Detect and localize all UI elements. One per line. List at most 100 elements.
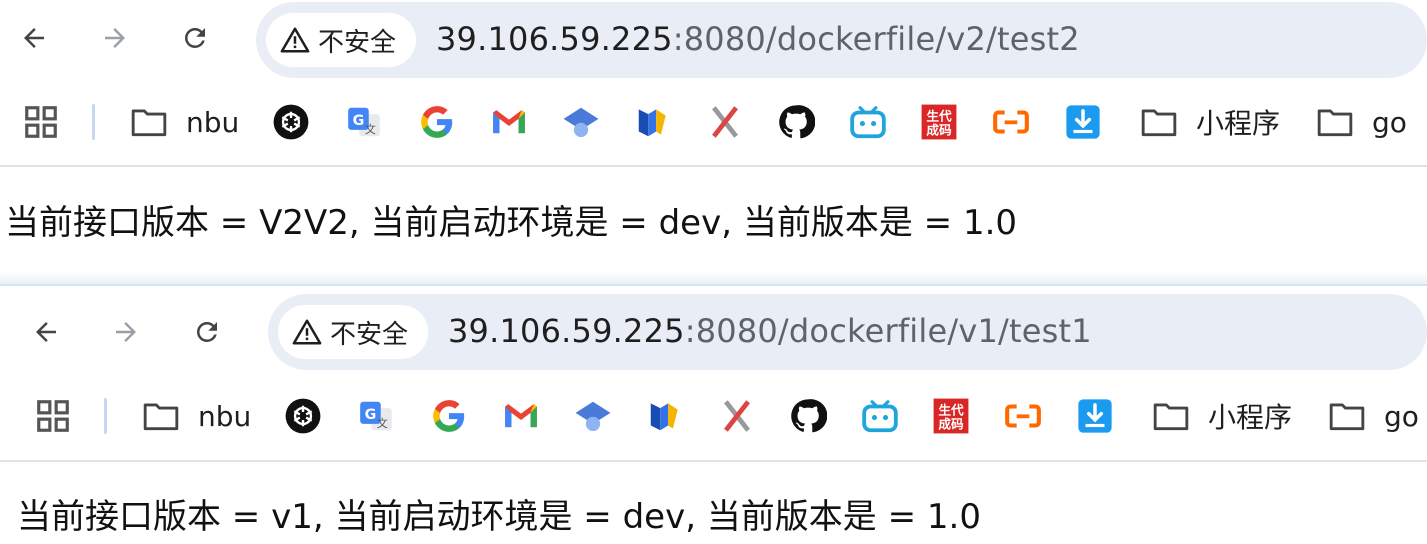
code-generator-icon: 生代成码 (921, 104, 957, 140)
url-text[interactable]: 39.106.59.225:8080/dockerfile/v1/test1 (448, 312, 1092, 350)
toolbar: 不安全 39.106.59.225:8080/dockerfile/v2/tes… (0, 0, 1427, 80)
chatgpt-icon (273, 104, 309, 140)
bookmark-folder-miniprogram[interactable]: 小程序 (1152, 386, 1292, 446)
hat-icon (575, 401, 611, 432)
url-host: 39.106.59.225 (448, 312, 685, 350)
bookmark-folder-nbu[interactable]: nbu (130, 92, 239, 152)
url-path: :8080/dockerfile/v2/test2 (672, 20, 1080, 58)
page-body-text: 当前接口版本 = v1, 当前启动环境是 = dev, 当前版本是 = 1.0 (17, 497, 981, 537)
x-icon (712, 106, 738, 138)
apps-grid-icon (37, 400, 69, 432)
download-icon (1078, 399, 1112, 433)
toolbar: 不安全 39.106.59.225:8080/dockerfile/v1/tes… (0, 284, 1427, 370)
folder-icon (1153, 403, 1189, 431)
bookmark-label: go (1372, 105, 1407, 139)
address-bar[interactable]: 不安全 39.106.59.225:8080/dockerfile/v1/tes… (268, 294, 1427, 370)
back-button[interactable] (24, 310, 68, 354)
bookmark-label: nbu (198, 399, 252, 433)
bookmark-gmail[interactable] (490, 92, 528, 152)
arrow-left-icon (24, 28, 44, 48)
toolbar-divider (0, 165, 1427, 167)
google-icon (421, 106, 453, 138)
github-icon (791, 399, 827, 433)
bookmark-codegen[interactable]: 生代 成码 (920, 92, 958, 152)
bookmark-aliyun[interactable] (1004, 386, 1042, 446)
arrow-right-icon (116, 322, 136, 342)
bookmark-github[interactable] (777, 92, 815, 152)
folder-icon (131, 109, 167, 137)
aliyun-icon (1005, 404, 1041, 428)
back-button[interactable] (12, 16, 56, 60)
folder-icon (1329, 403, 1365, 431)
forward-button[interactable] (104, 310, 148, 354)
page-body-text: 当前接口版本 = V2V2, 当前启动环境是 = dev, 当前版本是 = 1.… (5, 203, 1018, 243)
reload-button[interactable] (185, 310, 229, 354)
aliyun-icon (993, 110, 1029, 134)
bookmark-learning[interactable] (574, 386, 612, 446)
folder-icon (1141, 109, 1177, 137)
bilibili-icon (850, 106, 886, 139)
bookmark-chatgpt[interactable] (272, 92, 310, 152)
toolbar-divider (0, 460, 1427, 462)
bookmark-folder-nbu[interactable]: nbu (142, 386, 251, 446)
bookmark-label: 小程序 (1196, 107, 1281, 140)
bookmark-label: 小程序 (1208, 401, 1293, 434)
reload-icon (185, 27, 205, 48)
google-translate-icon: G文 (348, 107, 380, 137)
bookmark-translate[interactable]: G文 (345, 92, 383, 152)
svg-text:成码: 成码 (926, 123, 952, 138)
bookmark-learning[interactable] (562, 92, 600, 152)
pen-icon (650, 403, 678, 431)
apps-grid-icon (25, 106, 57, 138)
bookmark-google[interactable] (418, 92, 456, 152)
bookmark-chatgpt[interactable] (284, 386, 322, 446)
bookmark-gmail[interactable] (502, 386, 540, 446)
bookmark-download[interactable] (1064, 92, 1102, 152)
apps-button[interactable] (22, 92, 60, 152)
chatgpt-icon (285, 398, 321, 434)
svg-text:文: 文 (365, 122, 376, 136)
address-bar[interactable]: 不安全 39.106.59.225:8080/dockerfile/v2/tes… (256, 2, 1427, 78)
bookmark-folder-go[interactable]: go (1328, 386, 1419, 446)
security-chip[interactable]: 不安全 (278, 305, 428, 359)
bookmark-translate[interactable]: G文 (357, 386, 395, 446)
bookmark-bilibili[interactable] (861, 386, 899, 446)
reload-icon (197, 322, 217, 342)
download-icon (1066, 105, 1100, 139)
svg-text:生代: 生代 (926, 108, 952, 123)
apps-button[interactable] (34, 386, 72, 446)
arrow-left-icon (36, 322, 56, 342)
reload-button[interactable] (173, 16, 217, 60)
bookmark-google[interactable] (430, 386, 468, 446)
bookmark-pen[interactable] (646, 386, 684, 446)
bookmark-folder-go[interactable]: go (1316, 92, 1407, 152)
warning-triangle-icon (292, 319, 322, 345)
forward-button[interactable] (93, 16, 137, 60)
security-label: 不安全 (330, 319, 409, 350)
github-icon (779, 105, 815, 139)
pen-icon (638, 109, 666, 137)
bookmark-x[interactable] (718, 386, 756, 446)
bookmark-aliyun[interactable] (992, 92, 1030, 152)
url-host: 39.106.59.225 (436, 20, 673, 58)
google-icon (433, 400, 465, 432)
bookmark-github[interactable] (789, 386, 827, 446)
gmail-icon (493, 110, 525, 134)
bookmarks-separator (92, 104, 95, 140)
warning-triangle-icon (280, 27, 310, 53)
code-generator-icon: 生代成码 (933, 398, 969, 434)
hat-icon (563, 107, 599, 138)
bookmark-x[interactable] (706, 92, 744, 152)
security-chip[interactable]: 不安全 (266, 13, 416, 67)
arrow-right-icon (105, 28, 125, 48)
bookmarks-bar: nbu G文 生代 成码 小程序 go (0, 82, 1427, 162)
bookmark-folder-miniprogram[interactable]: 小程序 (1140, 92, 1280, 152)
bookmark-label: nbu (186, 105, 240, 139)
bookmark-codegen[interactable]: 生代 成码 (932, 386, 970, 446)
bookmark-bilibili[interactable] (849, 92, 887, 152)
bookmark-pen[interactable] (634, 92, 672, 152)
folder-icon (1317, 109, 1353, 137)
bookmark-download[interactable] (1076, 386, 1114, 446)
svg-text:成码: 成码 (938, 417, 964, 432)
url-text[interactable]: 39.106.59.225:8080/dockerfile/v2/test2 (436, 20, 1080, 58)
